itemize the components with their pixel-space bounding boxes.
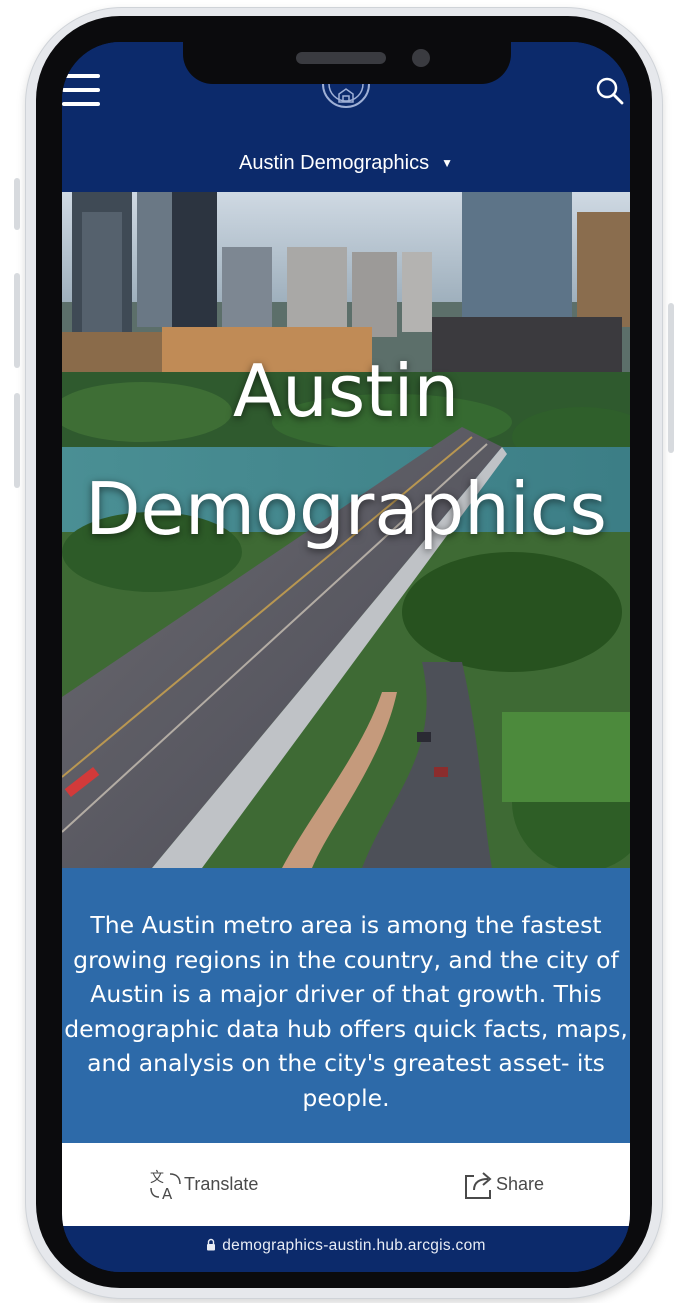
site-selector-dropdown[interactable]: Austin Demographics ▼ <box>62 138 630 188</box>
search-icon[interactable] <box>595 76 625 106</box>
hero-title-line1: Austin <box>232 349 460 433</box>
side-button-volume-up <box>14 273 20 368</box>
share-icon <box>465 1171 492 1199</box>
svg-text:文: 文 <box>150 1170 164 1186</box>
browser-url-bar[interactable]: demographics-austin.hub.arcgis.com <box>62 1226 630 1272</box>
hero-title: Austin Demographics <box>62 332 630 568</box>
lock-icon <box>207 1238 216 1251</box>
translate-icon: 文 A <box>150 1170 181 1202</box>
phone-screen: Austin Demographics ▼ Austin Demographic… <box>62 42 630 1272</box>
city-seal-icon[interactable] <box>319 80 373 116</box>
url-text: demographics-austin.hub.arcgis.com <box>222 1237 486 1254</box>
hero-banner: Austin Demographics <box>62 192 630 868</box>
action-bar: 文 A Translate Share <box>62 1143 630 1226</box>
intro-text: The Austin metro area is among the faste… <box>64 911 628 1112</box>
chevron-down-icon: ▼ <box>441 156 453 170</box>
phone-notch <box>183 40 511 84</box>
hamburger-menu-icon[interactable] <box>62 74 100 106</box>
hero-title-line2: Demographics <box>85 467 607 551</box>
side-button-power <box>668 303 674 453</box>
svg-text:A: A <box>162 1185 173 1202</box>
translate-button[interactable]: 文 A Translate <box>148 1143 258 1226</box>
side-button-mute <box>14 178 20 230</box>
translate-label: Translate <box>184 1174 259 1194</box>
intro-section: The Austin metro area is among the faste… <box>62 868 630 1143</box>
front-camera <box>412 49 430 67</box>
site-selector-label: Austin Demographics <box>239 152 430 174</box>
share-label: Share <box>496 1174 545 1194</box>
speaker-grille <box>296 52 386 64</box>
side-button-volume-down <box>14 393 20 488</box>
share-button[interactable]: Share <box>462 1143 544 1226</box>
